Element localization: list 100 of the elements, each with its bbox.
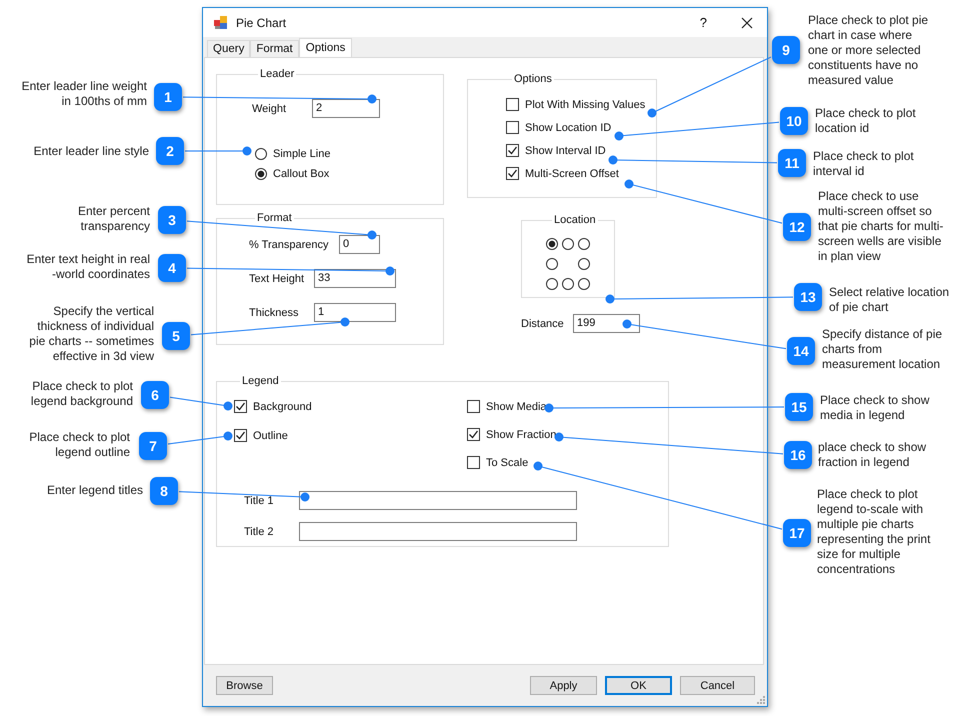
check-icon: [468, 429, 479, 440]
radio-button[interactable]: [562, 278, 574, 290]
help-button[interactable]: ?: [700, 15, 707, 30]
callout-text: Specify distance of pie charts from measurement location: [822, 327, 942, 372]
field-label: Thickness: [249, 306, 300, 318]
input-field[interactable]: 1: [314, 303, 396, 322]
callout-text: Select relative location of pie chart: [829, 285, 950, 315]
checkbox[interactable]: [467, 400, 480, 413]
callout-badge: 5: [162, 322, 190, 350]
callout-badge: 2: [156, 137, 184, 165]
callout-badge: 14: [787, 337, 815, 365]
checkbox-label: Outline: [253, 430, 288, 442]
callout-badge: 7: [139, 432, 167, 460]
radio-button[interactable]: [578, 238, 590, 250]
radio-button[interactable]: [562, 238, 574, 250]
checkbox-label: Background: [253, 400, 312, 412]
callout-text: place check to show fraction in legend: [818, 440, 926, 470]
callout-badge: 11: [778, 149, 806, 177]
group-title: Location: [553, 214, 597, 226]
dialog-button[interactable]: Apply: [530, 676, 597, 695]
checkbox[interactable]: [234, 429, 247, 442]
input-field[interactable]: 199: [573, 314, 640, 333]
radio-button[interactable]: [546, 278, 558, 290]
callout-text: Enter percent transparency: [78, 204, 150, 234]
checkbox[interactable]: [234, 400, 247, 413]
dialog-button[interactable]: Browse: [216, 676, 273, 695]
check-icon: [235, 401, 246, 412]
radio-button[interactable]: [578, 278, 590, 290]
input-field[interactable]: 33: [314, 269, 396, 288]
checkbox[interactable]: [467, 428, 480, 441]
window-title: Pie Chart: [236, 16, 288, 30]
checkbox-label: Show Media: [486, 400, 547, 412]
checkbox[interactable]: [506, 167, 519, 180]
callout-badge: 9: [772, 36, 800, 64]
leader-line: [168, 432, 232, 444]
callout-badge: 16: [784, 441, 812, 469]
callout-badge: 13: [794, 283, 822, 311]
group-title: Format: [256, 212, 293, 224]
callout-badge: 4: [158, 254, 186, 282]
checkbox-label: Plot With Missing Values: [525, 98, 646, 110]
check-icon: [507, 145, 518, 156]
callout-text: Enter leader line style: [34, 144, 149, 159]
callout-text: Place check to plot legend background: [30, 379, 133, 409]
radio-button[interactable]: [255, 148, 267, 160]
callout-text: Enter text height in real -world coordinates: [26, 252, 150, 282]
input-field[interactable]: [299, 522, 577, 541]
check-icon: [235, 430, 246, 441]
close-icon[interactable]: [741, 16, 753, 28]
checkbox[interactable]: [506, 144, 519, 157]
callout-badge: 15: [785, 393, 813, 421]
checkbox[interactable]: [467, 456, 480, 469]
callout-badge: 8: [150, 477, 178, 505]
callout-text: Enter legend titles: [46, 483, 143, 498]
radio-button[interactable]: [255, 168, 267, 180]
field-label: Text Height: [249, 272, 306, 284]
field-label: % Transparency: [249, 238, 330, 250]
callout-text: Place check to plot pie chart in case where one or more selected constituents have no measured value: [808, 13, 928, 88]
callout-text: Place check to plot interval id: [813, 149, 914, 179]
callout-badge: 12: [783, 213, 811, 241]
callout-text: Specify the vertical thickness of individual pie charts -- sometimes effective in 3d view: [29, 304, 154, 364]
callout-badge: 3: [158, 206, 186, 234]
dialog-button[interactable]: OK: [605, 676, 672, 695]
radio-label: Callout Box: [273, 168, 330, 180]
callout-text: Place check to plot legend to-scale with multiple pie charts representing the print size for multiple concentrations: [817, 487, 930, 577]
tab[interactable]: Query: [207, 40, 250, 57]
callout-text: Place check to plot legend outline: [29, 430, 130, 460]
group-title: Leader: [259, 68, 296, 80]
callout-text: Place check to plot location id: [815, 106, 916, 136]
input-field[interactable]: [299, 491, 577, 510]
callout-text: Enter leader line weight in 100ths of mm: [22, 79, 147, 109]
checkbox-label: Show Fraction: [486, 428, 556, 440]
tab[interactable]: Format: [250, 40, 299, 57]
tab[interactable]: Options: [298, 38, 352, 58]
resize-grip-icon[interactable]: [757, 696, 765, 704]
radio-label: Simple Line: [273, 148, 330, 160]
checkbox-label: To Scale: [486, 456, 528, 468]
radio-button[interactable]: [546, 238, 558, 250]
checkbox[interactable]: [506, 121, 519, 134]
callout-text: Place check to use multi-screen offset so that pie charts for multi- screen wells are visible in plan view: [818, 189, 944, 264]
app-icon: [213, 14, 229, 30]
field-label: Distance: [521, 318, 565, 330]
check-icon: [507, 168, 518, 179]
callout-badge: 17: [783, 519, 811, 547]
radio-button[interactable]: [578, 258, 590, 270]
group-title: Options: [513, 73, 553, 85]
input-field[interactable]: 0: [339, 235, 380, 254]
callout-text: Place check to show media in legend: [820, 393, 930, 423]
field-label: Title 2: [244, 526, 275, 538]
leader-line: [170, 396, 232, 410]
checkbox[interactable]: [506, 98, 519, 111]
field-label: Weight: [252, 102, 288, 114]
callout-badge: 6: [141, 381, 169, 409]
input-field[interactable]: 2: [312, 99, 380, 118]
callout-badge: 10: [780, 107, 808, 135]
field-label: Title 1: [244, 494, 275, 506]
dialog-button[interactable]: Cancel: [680, 676, 755, 695]
checkbox-label: Show Location ID: [525, 122, 612, 134]
radio-button[interactable]: [546, 258, 558, 270]
group-title: Legend: [241, 375, 280, 387]
checkbox-label: Multi-Screen Offset: [525, 168, 619, 180]
